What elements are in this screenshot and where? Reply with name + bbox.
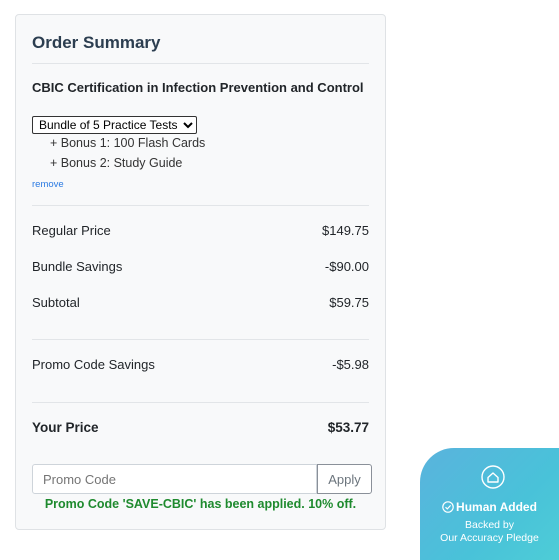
human-added-badge[interactable]: Human Added Backed by Our Accuracy Pledg… — [420, 448, 559, 560]
badge-subtitle-line1: Backed by — [464, 519, 515, 531]
home-icon — [481, 465, 505, 489]
product-name: CBIC Certification in Infection Preventi… — [32, 80, 364, 95]
badge-title: Human Added — [456, 500, 537, 514]
your-price-label: Your Price — [32, 420, 99, 435]
bundle-savings-value: -$90.00 — [324, 259, 369, 274]
your-price-value: $53.77 — [327, 420, 369, 435]
promo-savings-label: Promo Code Savings — [32, 357, 155, 372]
divider — [32, 402, 369, 403]
promo-code-group: Apply — [32, 464, 372, 494]
order-summary-title: Order Summary — [32, 33, 161, 52]
badge-subtitle-line2: Our Accuracy Pledge — [440, 532, 539, 544]
bonus-item-study-guide: + Bonus 2: Study Guide — [50, 156, 183, 170]
bundle-savings-row: Bundle Savings -$90.00 — [32, 259, 369, 277]
subtotal-label: Subtotal — [32, 295, 80, 310]
promo-success-message: Promo Code 'SAVE-CBIC' has been applied.… — [44, 497, 357, 511]
order-summary-card: Order Summary CBIC Certification in Infe… — [15, 14, 386, 530]
page: Order Summary CBIC Certification in Infe… — [0, 0, 559, 560]
apply-button[interactable]: Apply — [317, 464, 372, 494]
divider — [32, 205, 369, 206]
check-circle-icon — [442, 501, 454, 513]
divider — [32, 63, 369, 64]
bundle-select[interactable]: Bundle of 5 Practice Tests — [32, 116, 197, 134]
promo-savings-row: Promo Code Savings -$5.98 — [32, 357, 369, 375]
promo-savings-value: -$5.98 — [332, 357, 369, 372]
divider — [32, 339, 369, 340]
promo-code-input[interactable] — [32, 464, 317, 494]
bundle-savings-label: Bundle Savings — [32, 259, 123, 274]
subtotal-value: $59.75 — [329, 295, 369, 310]
remove-link[interactable]: remove — [32, 179, 64, 190]
subtotal-row: Subtotal $59.75 — [32, 295, 369, 313]
badge-title-line: Human Added — [420, 500, 559, 514]
regular-price-label: Regular Price — [32, 223, 111, 238]
bonus-item-flash-cards: + Bonus 1: 100 Flash Cards — [50, 136, 206, 150]
regular-price-row: Regular Price $149.75 — [32, 223, 369, 241]
regular-price-value: $149.75 — [322, 223, 369, 238]
your-price-row: Your Price $53.77 — [32, 420, 369, 438]
